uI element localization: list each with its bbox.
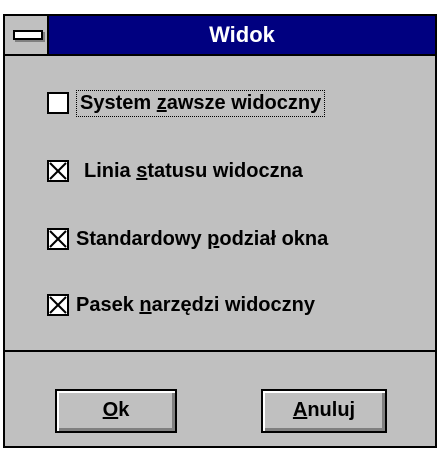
checkmark-x-icon [49, 230, 67, 248]
divider [5, 350, 435, 352]
option-toolbar[interactable]: Pasek narzędzi widoczny [47, 290, 318, 320]
option-label: Standardowy podział okna [76, 227, 329, 250]
checkmark-x-icon [49, 296, 67, 314]
checkmark-x-icon [49, 162, 67, 180]
option-status-line[interactable]: Linia statusu widoczna [47, 156, 306, 186]
dialog-body: System zawsze widoczny Linia statusu wid… [5, 56, 435, 446]
option-always-visible[interactable]: System zawsze widoczny [47, 88, 326, 118]
checkbox-always-visible[interactable] [47, 92, 69, 114]
option-label: System zawsze widoczny [75, 89, 326, 117]
title-bar: Widok [5, 16, 435, 56]
option-label: Pasek narzędzi widoczny [76, 293, 315, 316]
ok-button[interactable]: Ok [55, 389, 177, 433]
option-standard-split[interactable]: Standardowy podział okna [47, 224, 331, 254]
minus-icon [13, 30, 43, 40]
checkbox-status-line[interactable] [47, 160, 69, 182]
option-label: Linia statusu widoczna [84, 159, 303, 182]
checkbox-standard-split[interactable] [47, 228, 69, 250]
system-menu-button[interactable] [5, 16, 49, 54]
dialog-title: Widok [209, 22, 275, 47]
widok-dialog: Widok System zawsze widoczny Linia statu… [3, 14, 437, 448]
cancel-button[interactable]: Anuluj [261, 389, 387, 433]
checkbox-toolbar[interactable] [47, 294, 69, 316]
